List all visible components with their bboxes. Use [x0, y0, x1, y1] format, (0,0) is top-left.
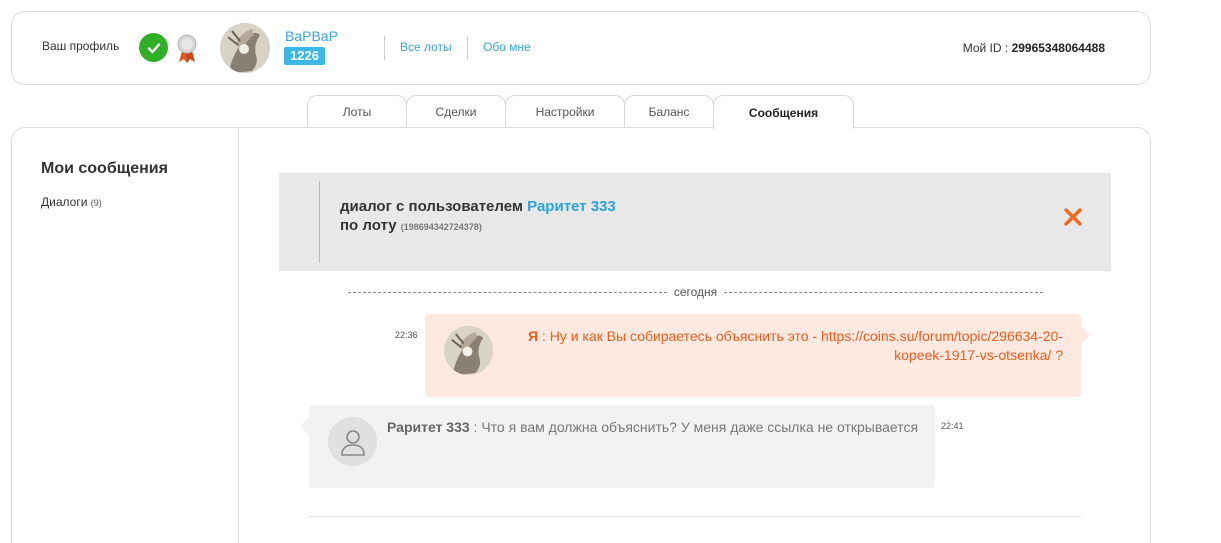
- user-avatar[interactable]: [220, 23, 270, 73]
- message-text: Я : Ну и как Вы собираетесь объяснить эт…: [505, 327, 1063, 365]
- avatar: [328, 417, 377, 466]
- header-bar: [319, 181, 320, 263]
- message-time: 22:41: [941, 421, 964, 431]
- all-lots-link[interactable]: Все лоты: [400, 40, 452, 54]
- user-placeholder-icon: [340, 429, 365, 456]
- divider: [309, 516, 1081, 517]
- sidebar-item-label: Диалоги: [41, 195, 88, 209]
- profile-label: Ваш профиль: [42, 39, 120, 53]
- dialog-partner-link[interactable]: Раритет 333: [527, 198, 616, 215]
- my-id-value: 29965348064488: [1011, 41, 1105, 55]
- message-body[interactable]: : Ну и как Вы собираетесь объяснить это …: [538, 328, 1063, 363]
- dialog-title: диалог с пользователем Раритет 333: [340, 198, 616, 215]
- my-id: Мой ID : 29965348064488: [963, 41, 1105, 55]
- incoming-message: Раритет 333 : Что я вам должна объяснить…: [300, 405, 935, 488]
- message-author[interactable]: Раритет 333: [387, 419, 470, 435]
- dialog-header: диалог с пользователем Раритет 333 по ло…: [279, 173, 1111, 271]
- sidebar-divider: [238, 128, 239, 543]
- divider: [384, 36, 385, 60]
- date-separator-label: сегодня: [673, 285, 718, 299]
- message-author: Я: [527, 328, 539, 344]
- user-avatar[interactable]: [444, 326, 493, 375]
- sidebar-item-dialogs[interactable]: Диалоги (9): [41, 195, 102, 209]
- divider: [467, 36, 468, 60]
- dash-line: [348, 291, 667, 293]
- tab-lots[interactable]: Лоты: [307, 95, 407, 128]
- dialogs-count: (9): [90, 198, 102, 208]
- tab-deals[interactable]: Сделки: [406, 95, 506, 128]
- message-time: 22:36: [395, 330, 418, 340]
- lot-id[interactable]: (198694342724378): [401, 222, 482, 232]
- own-message: Я : Ну и как Вы собираетесь объяснить эт…: [425, 314, 1090, 397]
- date-separator: сегодня: [348, 285, 1044, 299]
- sidebar-title: Мои сообщения: [41, 160, 168, 177]
- dash-line: [724, 291, 1044, 293]
- about-me-link[interactable]: Обо мне: [483, 40, 531, 54]
- message-body: : Что я вам должна объяснить? У меня даж…: [469, 419, 919, 435]
- lot-prefix: по лоту: [340, 217, 397, 234]
- tab-messages[interactable]: Сообщения: [713, 95, 854, 129]
- rating-badge: 1226: [284, 47, 325, 65]
- dialog-prefix: диалог с пользователем: [340, 198, 523, 215]
- main-panel: Мои сообщения Диалоги (9) диалог с польз…: [11, 127, 1151, 543]
- message-text: Раритет 333 : Что я вам должна объяснить…: [387, 418, 918, 437]
- profile-username[interactable]: BaPBaP: [285, 28, 338, 44]
- my-id-label: Мой ID :: [962, 41, 1009, 55]
- medal-icon: [176, 34, 198, 64]
- profile-card: Ваш профиль BaPBaP 1226 Все лоты Обо мне…: [11, 11, 1151, 85]
- close-icon[interactable]: [1063, 207, 1083, 227]
- tab-balance[interactable]: Баланс: [624, 95, 714, 128]
- verified-check-icon: [139, 33, 168, 62]
- dialog-lot: по лоту (198694342724378): [340, 217, 482, 234]
- tab-settings[interactable]: Настройки: [505, 95, 625, 128]
